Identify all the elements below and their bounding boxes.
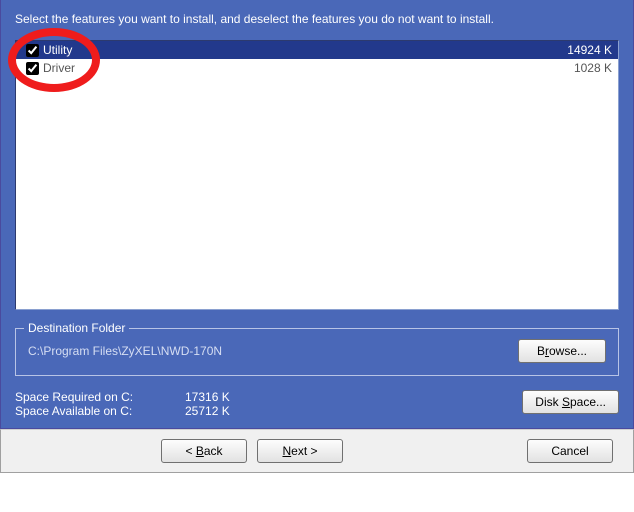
feature-name: Utility bbox=[43, 43, 532, 57]
space-required-label: Space Required on C: bbox=[15, 390, 185, 404]
feature-list[interactable]: Utility14924 KDriver1028 K bbox=[15, 40, 619, 310]
instruction-text: Select the features you want to install,… bbox=[15, 12, 619, 26]
destination-folder-legend: Destination Folder bbox=[24, 321, 129, 335]
browse-button[interactable]: Browse... bbox=[518, 339, 606, 363]
feature-name: Driver bbox=[43, 61, 532, 75]
disk-space-button[interactable]: Disk Space... bbox=[522, 390, 619, 414]
wizard-panel: Select the features you want to install,… bbox=[0, 0, 634, 429]
space-info: Space Required on C: 17316 K Space Avail… bbox=[15, 390, 619, 418]
destination-folder-group: Destination Folder C:\Program Files\ZyXE… bbox=[15, 328, 619, 376]
space-available-value: 25712 K bbox=[185, 404, 305, 418]
feature-size: 14924 K bbox=[532, 43, 612, 57]
feature-checkbox[interactable] bbox=[26, 44, 39, 57]
next-button[interactable]: Next > bbox=[257, 439, 343, 463]
space-available-label: Space Available on C: bbox=[15, 404, 185, 418]
feature-size: 1028 K bbox=[532, 61, 612, 75]
destination-path: C:\Program Files\ZyXEL\NWD-170N bbox=[28, 344, 506, 358]
feature-checkbox[interactable] bbox=[26, 62, 39, 75]
wizard-button-bar: < Back Next > Cancel bbox=[0, 429, 634, 473]
feature-row[interactable]: Driver1028 K bbox=[16, 59, 618, 77]
back-button[interactable]: < Back bbox=[161, 439, 247, 463]
space-required-value: 17316 K bbox=[185, 390, 305, 404]
cancel-button[interactable]: Cancel bbox=[527, 439, 613, 463]
feature-row[interactable]: Utility14924 K bbox=[16, 41, 618, 59]
